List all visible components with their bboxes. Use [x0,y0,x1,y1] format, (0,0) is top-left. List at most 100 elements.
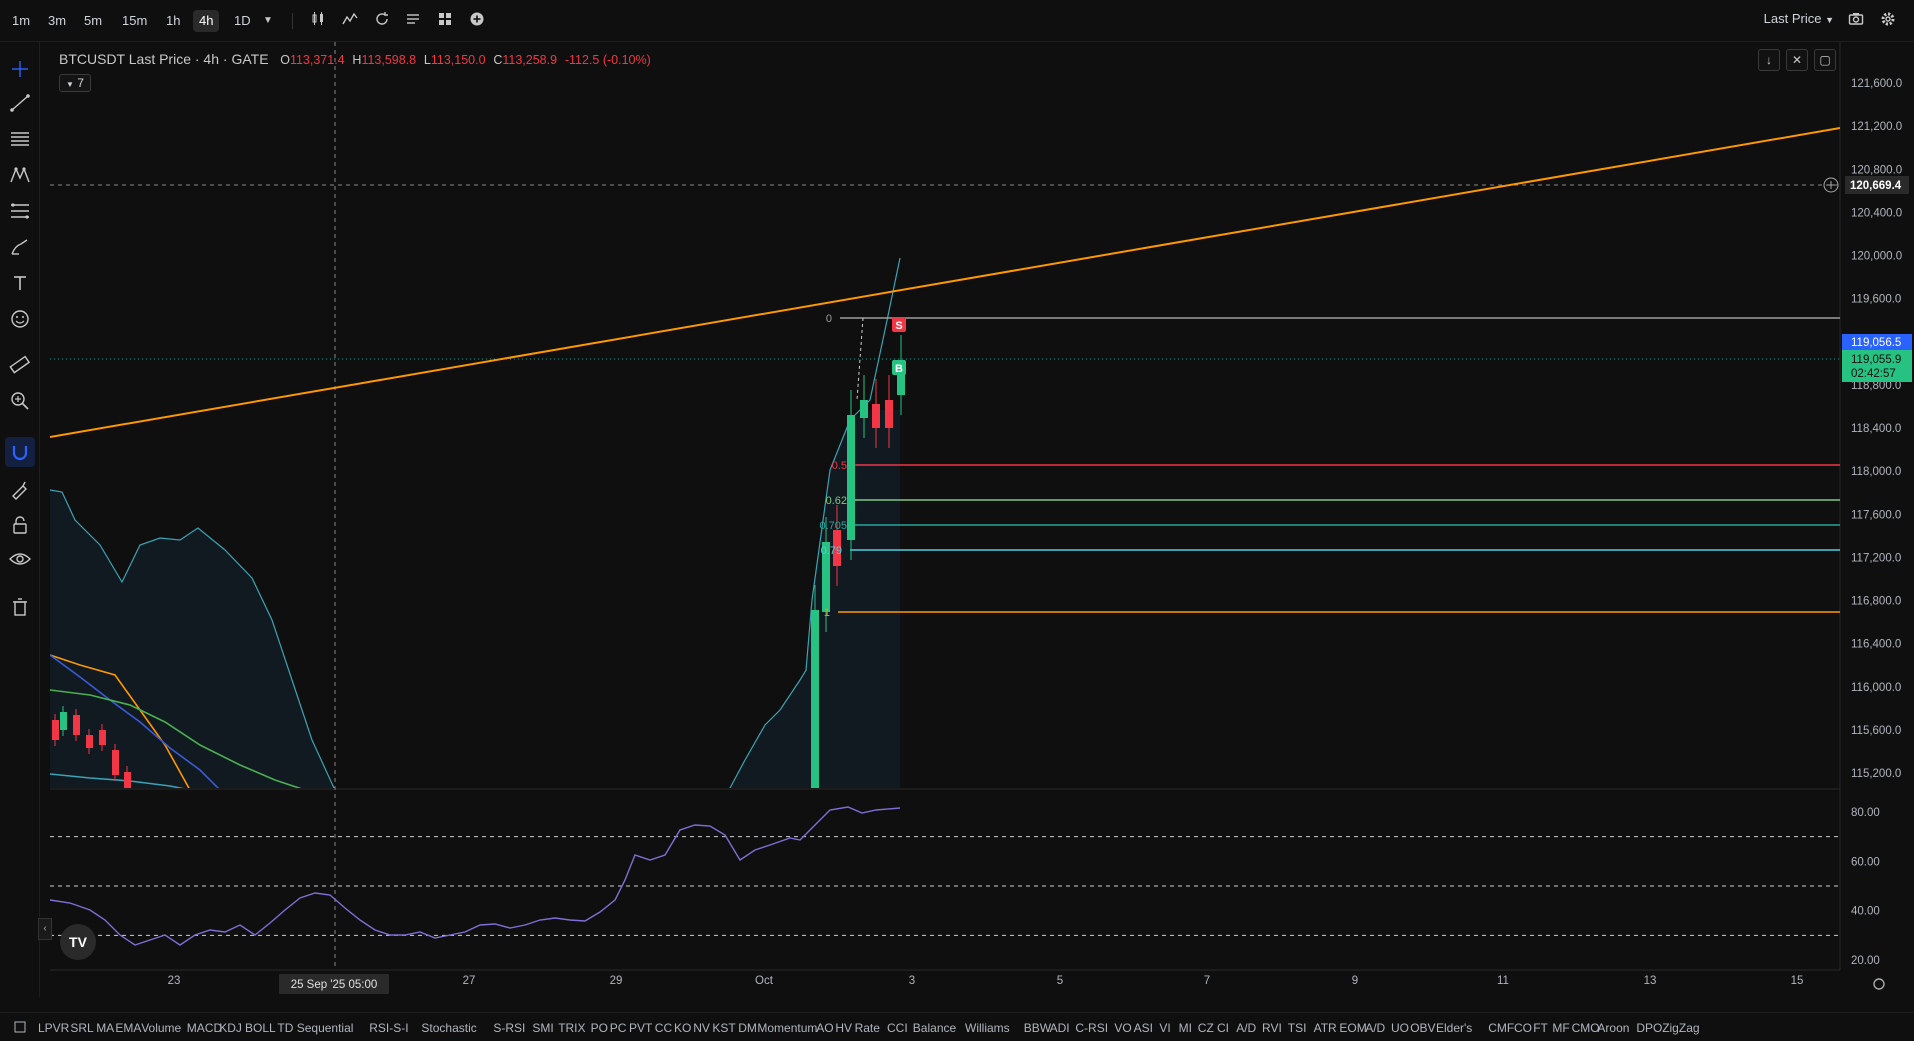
replay-icon[interactable] [372,11,392,31]
indicator-lpvr[interactable]: LPVR [38,1021,69,1035]
rsi-tick-label: 80.00 [1851,807,1880,819]
lock-icon[interactable] [5,510,35,540]
chart-canvas[interactable]: 121,600.0 121,200.0 120,800.0 120,400.0 120,… [0,0,1914,1041]
indicator-cmo[interactable]: CMO [1572,1021,1600,1035]
indicator-balance[interactable]: Balance [913,1021,956,1035]
trendline-icon[interactable] [5,88,35,118]
indicator-mi[interactable]: MI [1179,1021,1192,1035]
indicator-ft[interactable]: FT [1533,1021,1548,1035]
indicator-ko[interactable]: KO [674,1021,691,1035]
indicator-cci[interactable]: CCI [887,1021,908,1035]
indicator-rsi-s-i[interactable]: RSI-S-I [369,1021,408,1035]
indicator-ao[interactable]: AO [816,1021,833,1035]
timeframe-15m[interactable]: 15m [116,10,153,32]
timeframe-1d[interactable]: 1D [228,10,257,32]
indicator-obv[interactable]: OBV [1410,1021,1435,1035]
magnet-icon[interactable] [5,437,35,467]
zoom-icon[interactable] [5,386,35,416]
indicator-nv[interactable]: NV [693,1021,710,1035]
indicator-uo[interactable]: UO [1391,1021,1409,1035]
indicator-po[interactable]: PO [591,1021,608,1035]
indicator-asi[interactable]: ASI [1134,1021,1153,1035]
fib-retracement-icon[interactable] [5,196,35,226]
timeframe-5m[interactable]: 5m [78,10,108,32]
indicator-a-d[interactable]: A/D [1236,1021,1256,1035]
trendline[interactable] [50,127,1840,438]
indicator-tsi[interactable]: TSI [1288,1021,1307,1035]
fullscreen-icon[interactable]: ▢ [1814,49,1836,71]
indicator-smi[interactable]: SMI [532,1021,553,1035]
indicator-aroon[interactable]: Aroon [1597,1021,1629,1035]
timeframe-1m[interactable]: 1m [6,10,36,32]
indicators-icon[interactable] [340,11,360,31]
indicator-adi[interactable]: ADI [1050,1021,1070,1035]
indicator-volume[interactable]: Volume [141,1021,181,1035]
eye-icon[interactable] [5,544,35,574]
indicator-zigzag[interactable]: ZigZag [1662,1021,1699,1035]
indicator-macd[interactable]: MACD [187,1021,222,1035]
indicator-williams[interactable]: Williams [965,1021,1010,1035]
chevron-down-icon: ▼ [1825,15,1834,25]
indicator-eom[interactable]: EOM [1339,1021,1366,1035]
indicator-ci[interactable]: CI [1217,1021,1229,1035]
collapse-icon[interactable]: ✕ [1786,49,1808,71]
time-tick-label: 27 [463,975,476,987]
indicator-cmf[interactable]: CMF [1488,1021,1514,1035]
indicator-atr[interactable]: ATR [1314,1021,1337,1035]
indicator-mf[interactable]: MF [1552,1021,1569,1035]
indicator-ma[interactable]: MA [96,1021,114,1035]
timeframe-3m[interactable]: 3m [42,10,72,32]
indicator-dpo[interactable]: DPO [1636,1021,1662,1035]
scroll-down-icon[interactable]: ↓ [1758,49,1780,71]
price-type-dropdown[interactable]: Last Price ▼ [1764,11,1834,26]
indicator-kdj[interactable]: KDJ [219,1021,242,1035]
gear-icon[interactable] [1878,11,1898,31]
timeframe-1h[interactable]: 1h [160,10,186,32]
indicator-s-rsi[interactable]: S-RSI [493,1021,525,1035]
add-icon[interactable] [467,11,487,31]
indicator-hv[interactable]: HV [835,1021,852,1035]
collapse-arrow-icon[interactable]: ‹ [38,918,52,940]
emoji-icon[interactable] [5,304,35,334]
timeframe-dropdown-icon[interactable]: ▼ [258,11,278,31]
layout-grid-icon[interactable] [435,11,455,31]
indicator-bbw[interactable]: BBW [1024,1021,1051,1035]
camera-icon[interactable] [1846,11,1866,31]
pattern-icon[interactable] [5,160,35,190]
symbol-header: BTCUSDT Last Price · 4h · GATE O113,371.… [59,51,651,67]
indicator-kst[interactable]: KST [712,1021,735,1035]
ruler-icon[interactable] [5,350,35,380]
indicator-ema[interactable]: EMA [115,1021,141,1035]
timeframe-4h[interactable]: 4h [193,10,220,32]
axis-settings-icon[interactable] [1873,978,1885,990]
indicator-momentum[interactable]: Momentum [757,1021,817,1035]
horizontal-lines-icon[interactable] [5,124,35,154]
indicator-boll[interactable]: BOLL [245,1021,276,1035]
indicator-vi[interactable]: VI [1159,1021,1170,1035]
text-icon[interactable] [5,268,35,298]
indicator-srl[interactable]: SRL [70,1021,93,1035]
crosshair-icon[interactable] [5,54,35,84]
trash-icon[interactable] [5,592,35,622]
indicator-stochastic[interactable]: Stochastic [421,1021,476,1035]
indicator-c-rsi[interactable]: C-RSI [1075,1021,1108,1035]
settings-list-icon[interactable] [403,11,423,31]
indicator-pvt[interactable]: PVT [629,1021,652,1035]
indicator-rate[interactable]: Rate [855,1021,880,1035]
indicator-dm[interactable]: DM [738,1021,757,1035]
indicator-co[interactable]: CO [1514,1021,1532,1035]
candle-type-icon[interactable] [308,11,328,31]
indicator-rvi[interactable]: RVI [1262,1021,1282,1035]
indicator-a-d[interactable]: A/D [1365,1021,1385,1035]
indicators-toggle[interactable]: ▼ 7 [59,74,91,92]
indicator-cz[interactable]: CZ [1198,1021,1214,1035]
indicator-pc[interactable]: PC [610,1021,627,1035]
drawing-lock-icon[interactable] [5,474,35,504]
indicator-cc[interactable]: CC [655,1021,672,1035]
indicator-td-sequential[interactable]: TD Sequential [277,1021,353,1035]
indicator-elder-s[interactable]: Elder's [1436,1021,1472,1035]
indicator-vo[interactable]: VO [1114,1021,1131,1035]
indicator-bar-icon[interactable] [14,1021,26,1036]
indicator-trix[interactable]: TRIX [558,1021,585,1035]
brush-icon[interactable] [5,232,35,262]
